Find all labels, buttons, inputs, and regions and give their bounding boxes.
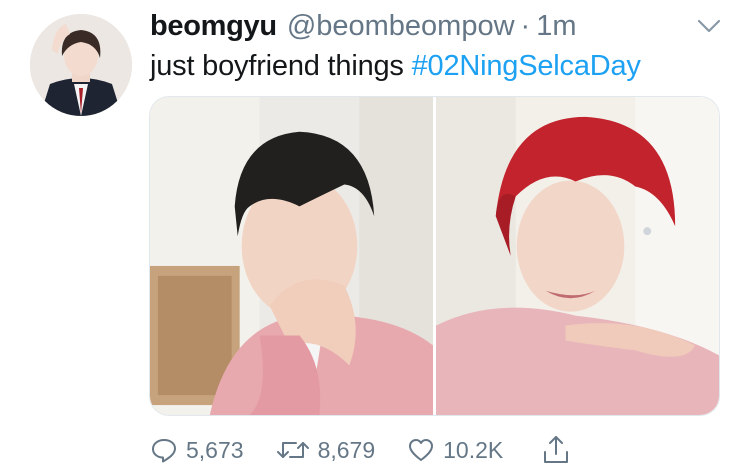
hashtag-link[interactable]: #02NingSelcaDay — [412, 50, 641, 82]
tweet-body: just boyfriend things — [150, 50, 412, 82]
retweet-button[interactable]: 8,679 — [276, 436, 376, 464]
chevron-down-icon[interactable] — [696, 16, 722, 36]
photo-left[interactable] — [150, 97, 433, 415]
share-button[interactable] — [541, 434, 579, 466]
photo-right[interactable] — [436, 97, 719, 415]
like-button[interactable]: 10.2K — [407, 436, 503, 464]
share-icon — [544, 436, 569, 463]
retweet-icon — [276, 442, 309, 458]
display-name[interactable]: beomgyu — [150, 10, 277, 43]
avatar-image — [30, 14, 132, 116]
separator-dot: · — [520, 10, 531, 42]
avatar[interactable] — [30, 14, 132, 116]
reply-icon — [152, 439, 176, 463]
retweet-count: 8,679 — [317, 436, 376, 463]
reply-count: 5,673 — [186, 436, 244, 463]
reply-button[interactable]: 5,673 — [150, 436, 244, 464]
tweet-header: beomgyu @beombeompow · 1m — [150, 10, 700, 48]
tweet-text: just boyfriend things #02NingSelcaDay — [150, 50, 641, 83]
user-handle[interactable]: @beombeompow — [287, 10, 515, 43]
like-count: 10.2K — [443, 436, 504, 463]
like-icon — [409, 439, 434, 461]
media-grid — [149, 96, 720, 416]
timestamp[interactable]: 1m — [536, 10, 576, 43]
action-bar: 5,673 8,679 10.2K — [150, 428, 611, 472]
